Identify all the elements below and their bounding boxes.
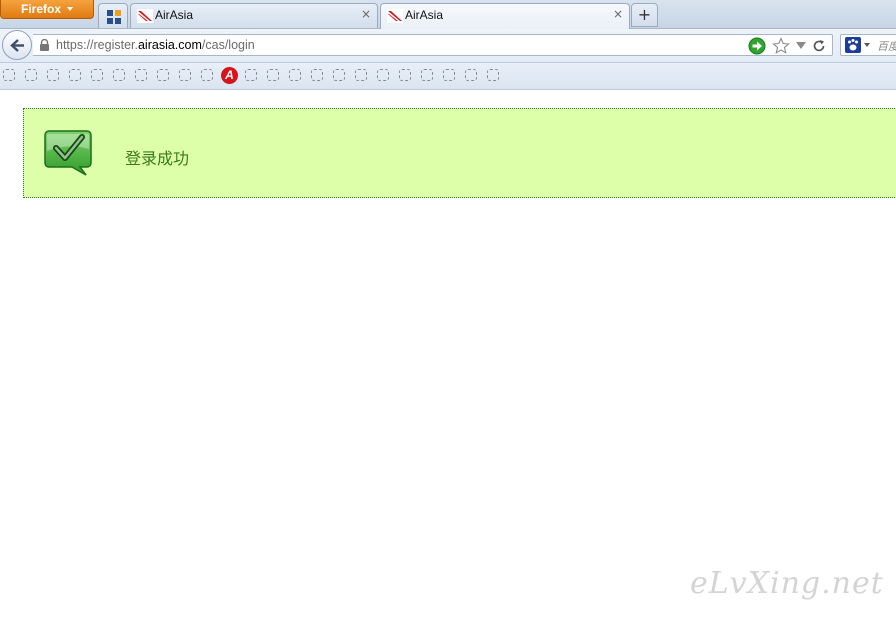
tab-airasia-1[interactable]: AirAsia × bbox=[130, 3, 378, 28]
history-dropdown-icon[interactable] bbox=[796, 42, 806, 50]
bookmark-placeholder-icon[interactable] bbox=[465, 69, 477, 81]
airasia-bookmark-icon[interactable]: A bbox=[221, 67, 238, 84]
new-tab-button[interactable]: + bbox=[631, 3, 658, 27]
close-tab-icon[interactable]: × bbox=[613, 7, 623, 21]
search-placeholder: 百度 bbox=[877, 40, 896, 53]
engine-dropdown-icon[interactable] bbox=[864, 43, 870, 47]
bookmark-placeholder-icon[interactable] bbox=[311, 69, 323, 81]
paw-icon bbox=[848, 39, 858, 51]
bookmark-placeholder-icon[interactable] bbox=[91, 69, 103, 81]
firefox-menu-label: Firefox bbox=[20, 2, 61, 16]
go-icon[interactable] bbox=[748, 37, 766, 55]
bookmark-placeholder-icon[interactable] bbox=[443, 69, 455, 81]
lock-icon bbox=[40, 39, 49, 51]
tab-title: AirAsia bbox=[405, 8, 444, 22]
tab-groups-icon bbox=[107, 10, 121, 24]
bookmark-placeholder-icon[interactable] bbox=[201, 69, 213, 81]
bookmark-placeholder-icon[interactable] bbox=[355, 69, 367, 81]
checkmark-speech-bubble-icon bbox=[44, 130, 92, 176]
firefox-menu-button[interactable]: Firefox bbox=[0, 0, 94, 19]
bookmark-placeholder-icon[interactable] bbox=[421, 69, 433, 81]
bookmark-placeholder-icon[interactable] bbox=[179, 69, 191, 81]
navigation-bar: https://register.airasia.com/cas/login 百 bbox=[0, 29, 896, 63]
bookmark-star-icon[interactable] bbox=[772, 37, 790, 55]
bookmark-placeholder-icon[interactable] bbox=[69, 69, 81, 81]
back-arrow-icon bbox=[10, 39, 24, 52]
reload-icon[interactable] bbox=[812, 39, 826, 53]
bookmark-placeholder-icon[interactable] bbox=[399, 69, 411, 81]
close-tab-icon[interactable]: × bbox=[361, 7, 371, 21]
bookmark-placeholder-icon[interactable] bbox=[25, 69, 37, 81]
bookmarks-toolbar: A bbox=[0, 63, 896, 90]
bookmark-placeholder-icon[interactable] bbox=[333, 69, 345, 81]
tab-groups-button[interactable] bbox=[98, 3, 128, 28]
tab-title: AirAsia bbox=[155, 8, 194, 22]
login-success-text: 登录成功 bbox=[125, 149, 190, 168]
url-text: https://register.airasia.com/cas/login bbox=[56, 38, 255, 52]
bookmark-placeholder-icon[interactable] bbox=[377, 69, 389, 81]
url-bar[interactable]: https://register.airasia.com/cas/login bbox=[33, 34, 833, 56]
search-box[interactable]: 百度 bbox=[840, 34, 896, 56]
chevron-down-icon bbox=[67, 7, 73, 11]
bookmark-placeholder-icon[interactable] bbox=[289, 69, 301, 81]
bookmark-placeholder-icon[interactable] bbox=[245, 69, 257, 81]
airasia-favicon-icon bbox=[387, 9, 403, 23]
baidu-paw-icon[interactable] bbox=[845, 37, 861, 53]
tab-bar: Firefox AirAsia × AirAsia × + bbox=[0, 0, 896, 29]
back-button[interactable] bbox=[2, 30, 32, 60]
tab-airasia-2[interactable]: AirAsia × bbox=[380, 3, 630, 29]
watermark-text: eLvXing.net bbox=[690, 566, 884, 601]
airasia-favicon-icon bbox=[137, 9, 153, 23]
login-success-message-box: 登录成功 bbox=[23, 108, 896, 198]
bookmark-placeholder-icon[interactable] bbox=[47, 69, 59, 81]
bookmark-placeholder-icon[interactable] bbox=[135, 69, 147, 81]
bookmark-placeholder-icon[interactable] bbox=[487, 69, 499, 81]
bookmark-placeholder-icon[interactable] bbox=[157, 69, 169, 81]
bookmark-placeholder-icon[interactable] bbox=[267, 69, 279, 81]
bookmark-placeholder-icon[interactable] bbox=[3, 69, 15, 81]
bookmark-placeholder-icon[interactable] bbox=[113, 69, 125, 81]
